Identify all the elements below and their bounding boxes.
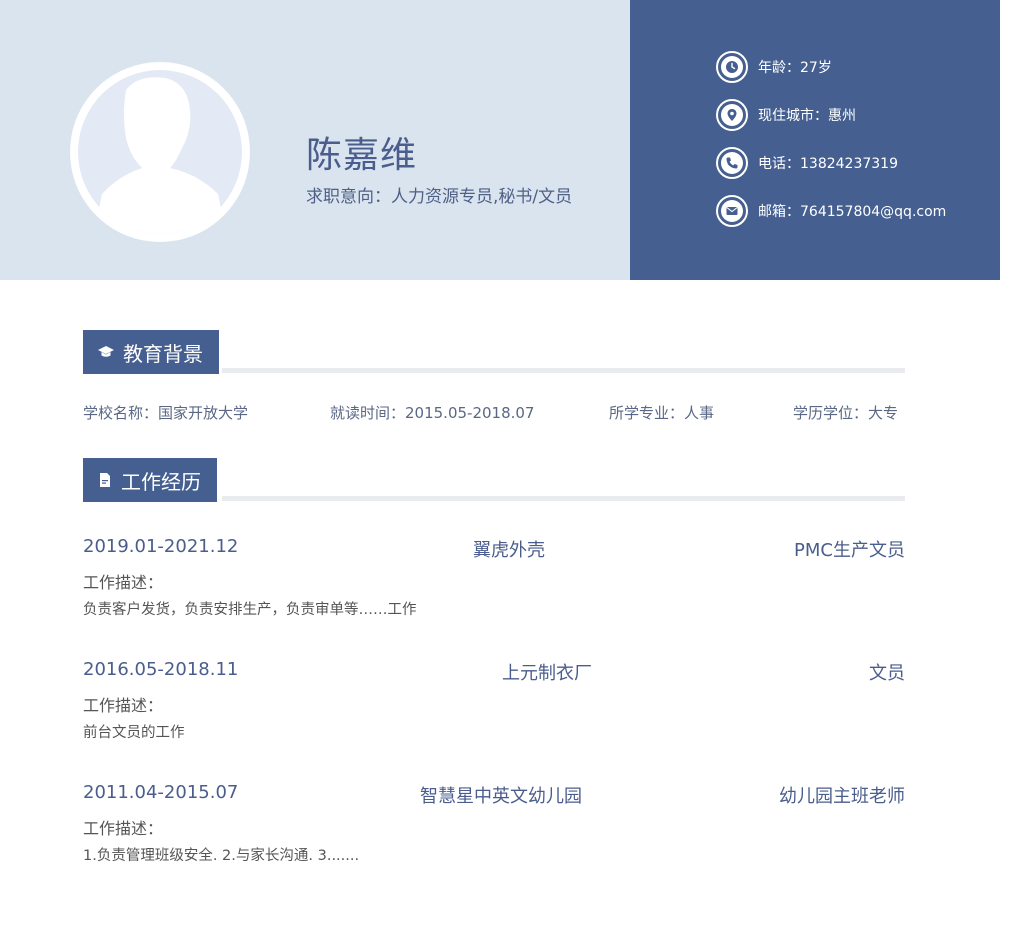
graduation-cap-icon xyxy=(98,346,114,357)
mail-icon xyxy=(726,207,738,215)
job-desc-label: 工作描述： xyxy=(83,819,164,838)
work-title: 工作经历 xyxy=(121,469,201,494)
job-desc: 负责客户发货，负责安排生产，负责审单等……工作 xyxy=(83,602,417,618)
avatar xyxy=(70,62,250,242)
job-row: 2019.01-2021.12 翼虎外壳 PMC生产文员 xyxy=(83,536,905,562)
document-icon xyxy=(100,473,110,487)
work-divider xyxy=(222,496,905,501)
header-right-panel xyxy=(630,0,1000,280)
job-date: 2011.04-2015.07 xyxy=(83,782,239,803)
job-desc: 前台文员的工作 xyxy=(83,725,185,741)
education-section-header: 教育背景 xyxy=(83,330,219,374)
job-intent: 求职意向：人力资源专员,秘书/文员 xyxy=(306,187,573,207)
education-divider xyxy=(222,368,905,373)
person-silhouette-icon xyxy=(94,77,226,234)
contact-age: 年龄：27岁 xyxy=(716,51,832,83)
job-date: 2019.01-2021.12 xyxy=(83,536,239,557)
job-role: 文员 xyxy=(869,663,905,684)
clock-icon xyxy=(726,61,738,73)
job-company: 翼虎外壳 xyxy=(473,540,545,561)
job-row: 2016.05-2018.11 上元制衣厂 文员 xyxy=(83,659,905,685)
job-desc-label: 工作描述： xyxy=(83,573,164,592)
job-role: 幼儿园主班老师 xyxy=(779,786,905,807)
contact-email: 邮箱：764157804@qq.com xyxy=(716,195,946,227)
candidate-name: 陈嘉维 xyxy=(306,135,418,176)
contact-phone: 电话：13824237319 xyxy=(716,147,898,179)
job-role: PMC生产文员 xyxy=(794,540,905,561)
contact-city: 现住城市：惠州 xyxy=(716,99,856,131)
job-date: 2016.05-2018.11 xyxy=(83,659,239,680)
job-company: 智慧星中英文幼儿园 xyxy=(420,786,582,807)
job-row: 2011.04-2015.07 智慧星中英文幼儿园 幼儿园主班老师 xyxy=(83,782,905,808)
edu-period: 就读时间：2015.05-2018.07 xyxy=(330,404,535,422)
work-section-header: 工作经历 xyxy=(83,458,217,502)
edu-school: 学校名称：国家开放大学 xyxy=(83,404,249,422)
edu-major: 所学专业：人事 xyxy=(609,404,715,422)
phone-icon xyxy=(726,157,738,169)
location-pin-icon xyxy=(727,109,737,121)
job-desc-label: 工作描述： xyxy=(83,696,164,715)
edu-degree: 学历学位：大专 xyxy=(793,404,899,422)
job-desc: 1.负责管理班级安全. 2.与家长沟通. 3....... xyxy=(83,848,360,864)
education-title: 教育背景 xyxy=(123,341,203,366)
job-company: 上元制衣厂 xyxy=(502,663,592,684)
